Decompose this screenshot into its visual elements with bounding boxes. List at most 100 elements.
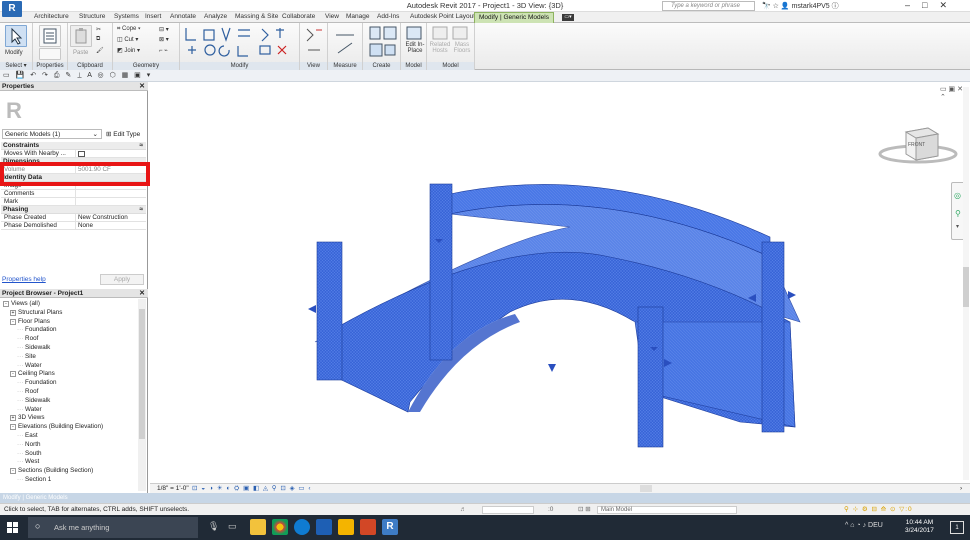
tab-add-ins[interactable]: Add-Ins (377, 13, 399, 20)
tab-view[interactable]: View (325, 13, 339, 20)
select-dropdown[interactable]: Select ▾ (0, 62, 32, 70)
browser-tree-item[interactable]: - Sections (Building Section) (10, 467, 93, 475)
tab-autodesk-point-layout[interactable]: Autodesk Point Layout (410, 13, 475, 20)
powerpoint-icon[interactable] (360, 519, 376, 535)
match-type-icon[interactable]: 🖌 (96, 47, 104, 54)
cut-icon[interactable]: ✂ (96, 26, 101, 33)
tab-systems[interactable]: Systems (114, 13, 139, 20)
modify-button[interactable] (5, 25, 27, 47)
tab-insert[interactable]: Insert (145, 13, 161, 20)
browser-tree-item[interactable]: + Structural Plans (10, 309, 62, 316)
type-selector[interactable]: Generic Models (1) ⌄ (2, 129, 102, 139)
browser-tree-item[interactable]: ··· Section 1 (17, 476, 51, 483)
viewcube-face[interactable]: FRONT (908, 142, 925, 148)
tree-toggle-icon[interactable]: - (10, 371, 16, 378)
close-icon[interactable]: ✕ (139, 82, 145, 91)
cope-button[interactable]: ⌗ Cope ▾ (117, 26, 141, 33)
browser-tree-item[interactable]: ··· Sidewalk (17, 344, 50, 351)
scrollbar-thumb[interactable] (139, 309, 145, 439)
section-constraints[interactable]: Constraints ≈ (1, 142, 146, 150)
type-properties-button[interactable] (39, 48, 61, 60)
properties-help-link[interactable]: Properties help (2, 276, 46, 283)
browser-tree-item[interactable]: ··· Roof (17, 335, 38, 342)
edit-in-place-icon[interactable] (404, 25, 424, 41)
maximize-button[interactable]: □ (922, 0, 939, 10)
moves-with-checkbox[interactable] (78, 151, 85, 157)
close-icon[interactable]: ✕ (139, 289, 145, 298)
microphone-icon[interactable]: 🎙 (208, 521, 219, 532)
star-icon[interactable]: ☆ (773, 3, 779, 10)
username[interactable]: mstark4PV5 (792, 3, 830, 10)
split-face-icon[interactable]: ⊟ ▾ (159, 26, 169, 33)
browser-tree-item[interactable]: ··· South (17, 450, 42, 457)
outlook-icon[interactable] (316, 519, 332, 535)
bridge-model[interactable] (150, 82, 970, 483)
edit-type-button[interactable]: ⊞ Edit Type (106, 130, 140, 138)
panel-toggle-icon[interactable]: ▭▾ (562, 14, 574, 21)
modify-tools-icons[interactable] (184, 26, 296, 60)
tab-architecture[interactable]: Architecture (34, 13, 69, 20)
close-button[interactable]: ✕ (939, 0, 959, 10)
row-mark[interactable]: Mark (1, 198, 146, 206)
join-button[interactable]: ◩ Join ▾ (117, 47, 140, 54)
help-search-input[interactable]: Type a keyword or phrase (662, 1, 755, 11)
tab-structure[interactable]: Structure (79, 13, 105, 20)
cortana-search[interactable]: Ask me anything (28, 517, 198, 538)
browser-tree-item[interactable]: ··· North (17, 441, 40, 448)
cut-geometry-button[interactable]: ◫ Cut ▾ (117, 36, 138, 43)
tree-toggle-icon[interactable]: - (10, 424, 16, 431)
nav-dropdown-icon[interactable]: ▾ (956, 223, 959, 230)
paste-button[interactable] (70, 25, 92, 47)
file-explorer-icon[interactable] (250, 519, 266, 535)
notification-icon[interactable]: 1 (950, 521, 964, 534)
view-tools-icons[interactable] (304, 26, 324, 60)
row-comments[interactable]: Comments (1, 190, 146, 198)
revit-taskbar-icon[interactable]: R (382, 519, 398, 535)
tab-collaborate[interactable]: Collaborate (282, 13, 315, 20)
help-icon[interactable]: ⓘ (832, 3, 839, 10)
tab-analyze[interactable]: Analyze (204, 13, 227, 20)
binoculars-icon[interactable]: 🔭 (762, 3, 771, 10)
view-scale[interactable]: 1/8" = 1'-0" (157, 484, 189, 493)
minimize-button[interactable]: – (905, 0, 922, 10)
skype-icon[interactable] (294, 519, 310, 535)
steering-wheel-icon[interactable]: ◎ (954, 191, 961, 200)
browser-tree-item[interactable]: ··· Roof (17, 388, 38, 395)
tree-toggle-icon[interactable]: - (3, 301, 9, 307)
tree-toggle-icon[interactable]: + (10, 415, 16, 422)
measure-icon[interactable] (334, 27, 356, 57)
user-icon[interactable]: 👤 (781, 3, 790, 10)
quick-access-icons[interactable]: ▭ 💾 ↶ ↷ ⎙ ✎ ⟂ A ◎ ⬡ ▦ ▣ ▾ (3, 71, 152, 80)
browser-tree-item[interactable]: ··· Site (17, 353, 36, 360)
browser-tree-item[interactable]: ··· Sidewalk (17, 397, 50, 404)
viewcube[interactable]: FRONT (878, 124, 958, 166)
zoom-icon[interactable]: ⚲ (955, 209, 961, 218)
tree-toggle-icon[interactable]: - (10, 318, 16, 325)
scroll-right-icon[interactable]: › (960, 484, 962, 493)
tab-massing-site[interactable]: Massing & Site (235, 13, 278, 20)
viewport-scrollbar-thumb[interactable] (963, 267, 969, 307)
browser-tree-item[interactable]: ··· Foundation (17, 379, 57, 386)
tree-toggle-icon[interactable]: - (10, 468, 16, 475)
start-button[interactable] (0, 515, 26, 540)
paint-icon[interactable]: ⊠ ▾ (159, 36, 169, 43)
browser-tree-item[interactable]: - Views (all) (3, 300, 40, 307)
row-phase-created[interactable]: Phase Created New Construction (1, 214, 146, 222)
browser-tree-item[interactable]: - Ceiling Plans (10, 370, 55, 378)
tree-toggle-icon[interactable]: + (10, 309, 16, 316)
apply-button[interactable]: Apply (100, 274, 144, 285)
section-phasing[interactable]: Phasing ≈ (1, 206, 146, 214)
sticky-notes-icon[interactable] (338, 519, 354, 535)
clock[interactable]: 10:44 AM 3/24/2017 (905, 519, 934, 535)
browser-tree-item[interactable]: +3D Views (10, 414, 44, 422)
3d-viewport[interactable]: FRONT ▭ ▣ ✕ ⌃ ◎ ⚲ ▾ (150, 82, 970, 493)
tab-manage[interactable]: Manage (346, 13, 370, 20)
browser-tree-item[interactable]: - Floor Plans (10, 318, 50, 325)
row-phase-demolished[interactable]: Phase Demolished None (1, 222, 146, 230)
browser-tree-item[interactable]: - Elevations (Building Elevation) (10, 423, 103, 431)
system-tray[interactable]: ^ ⌂ ◔ ♪ DEU (845, 522, 883, 529)
edit-in-place-button[interactable]: Edit In-Place (404, 42, 426, 54)
browser-tree-item[interactable]: ··· East (17, 432, 38, 439)
create-tools-icons[interactable] (367, 25, 399, 59)
properties-button[interactable] (39, 25, 61, 47)
